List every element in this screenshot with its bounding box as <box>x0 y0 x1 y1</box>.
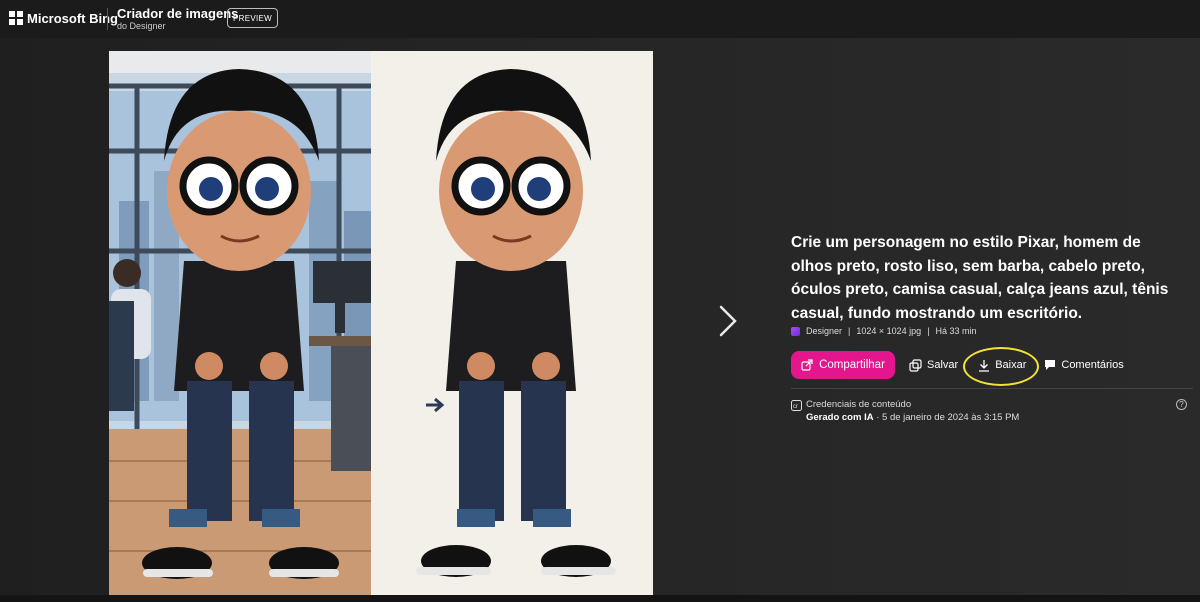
comments-label: Comentários <box>1061 359 1124 371</box>
save-button[interactable]: Salvar <box>909 358 959 372</box>
image-meta: Designer | 1024 × 1024 jpg | Há 33 min <box>791 326 977 336</box>
brand-name[interactable]: Microsoft Bing <box>27 11 118 26</box>
bottom-bar <box>0 595 1200 602</box>
prompt-text: Crie um personagem no estilo Pixar, home… <box>791 234 1169 322</box>
comments-button[interactable]: Comentários <box>1044 359 1124 371</box>
meta-separator: | <box>927 326 930 336</box>
microsoft-logo-icon[interactable] <box>9 11 23 25</box>
designer-icon <box>791 326 800 336</box>
download-button[interactable]: Baixar <box>963 346 1040 386</box>
content-credentials-icon[interactable]: cr <box>791 400 802 411</box>
meta-age: Há 33 min <box>935 326 977 336</box>
share-label: Compartilhar <box>819 359 885 371</box>
action-bar: Compartilhar Salvar Baixar Comentários <box>791 346 1124 386</box>
content-credentials-title[interactable]: Credenciais de conteúdo <box>806 399 911 410</box>
generated-date: · 5 de janeiro de 2024 às 3:15 PM <box>876 412 1020 423</box>
app-subtitle: do Designer <box>117 21 166 31</box>
top-header: Microsoft Bing Criador de imagens do Des… <box>0 0 1200 38</box>
generated-image-office[interactable] <box>109 51 371 595</box>
header-divider <box>107 8 108 30</box>
generated-image-plain[interactable] <box>371 51 653 595</box>
save-collection-icon <box>909 358 922 372</box>
meta-dimensions: 1024 × 1024 jpg <box>856 326 922 336</box>
svg-text:cr: cr <box>793 404 798 410</box>
chevron-right-icon <box>719 305 737 337</box>
app-title[interactable]: Criador de imagens <box>117 6 238 21</box>
meta-separator: | <box>848 326 851 336</box>
preview-badge: PREVIEW <box>227 8 278 28</box>
comment-icon <box>1045 360 1056 370</box>
next-image-button[interactable] <box>713 303 741 339</box>
help-icon[interactable]: ? <box>1176 399 1187 410</box>
share-icon <box>801 359 813 371</box>
divider <box>791 388 1193 389</box>
share-button[interactable]: Compartilhar <box>791 351 895 379</box>
save-label: Salvar <box>927 359 959 371</box>
content-credentials-detail: Gerado com IA · 5 de janeiro de 2024 às … <box>806 412 1019 423</box>
generated-with-ai: Gerado com IA <box>806 412 874 423</box>
meta-source: Designer <box>806 326 843 336</box>
highlight-ring <box>963 346 1040 386</box>
